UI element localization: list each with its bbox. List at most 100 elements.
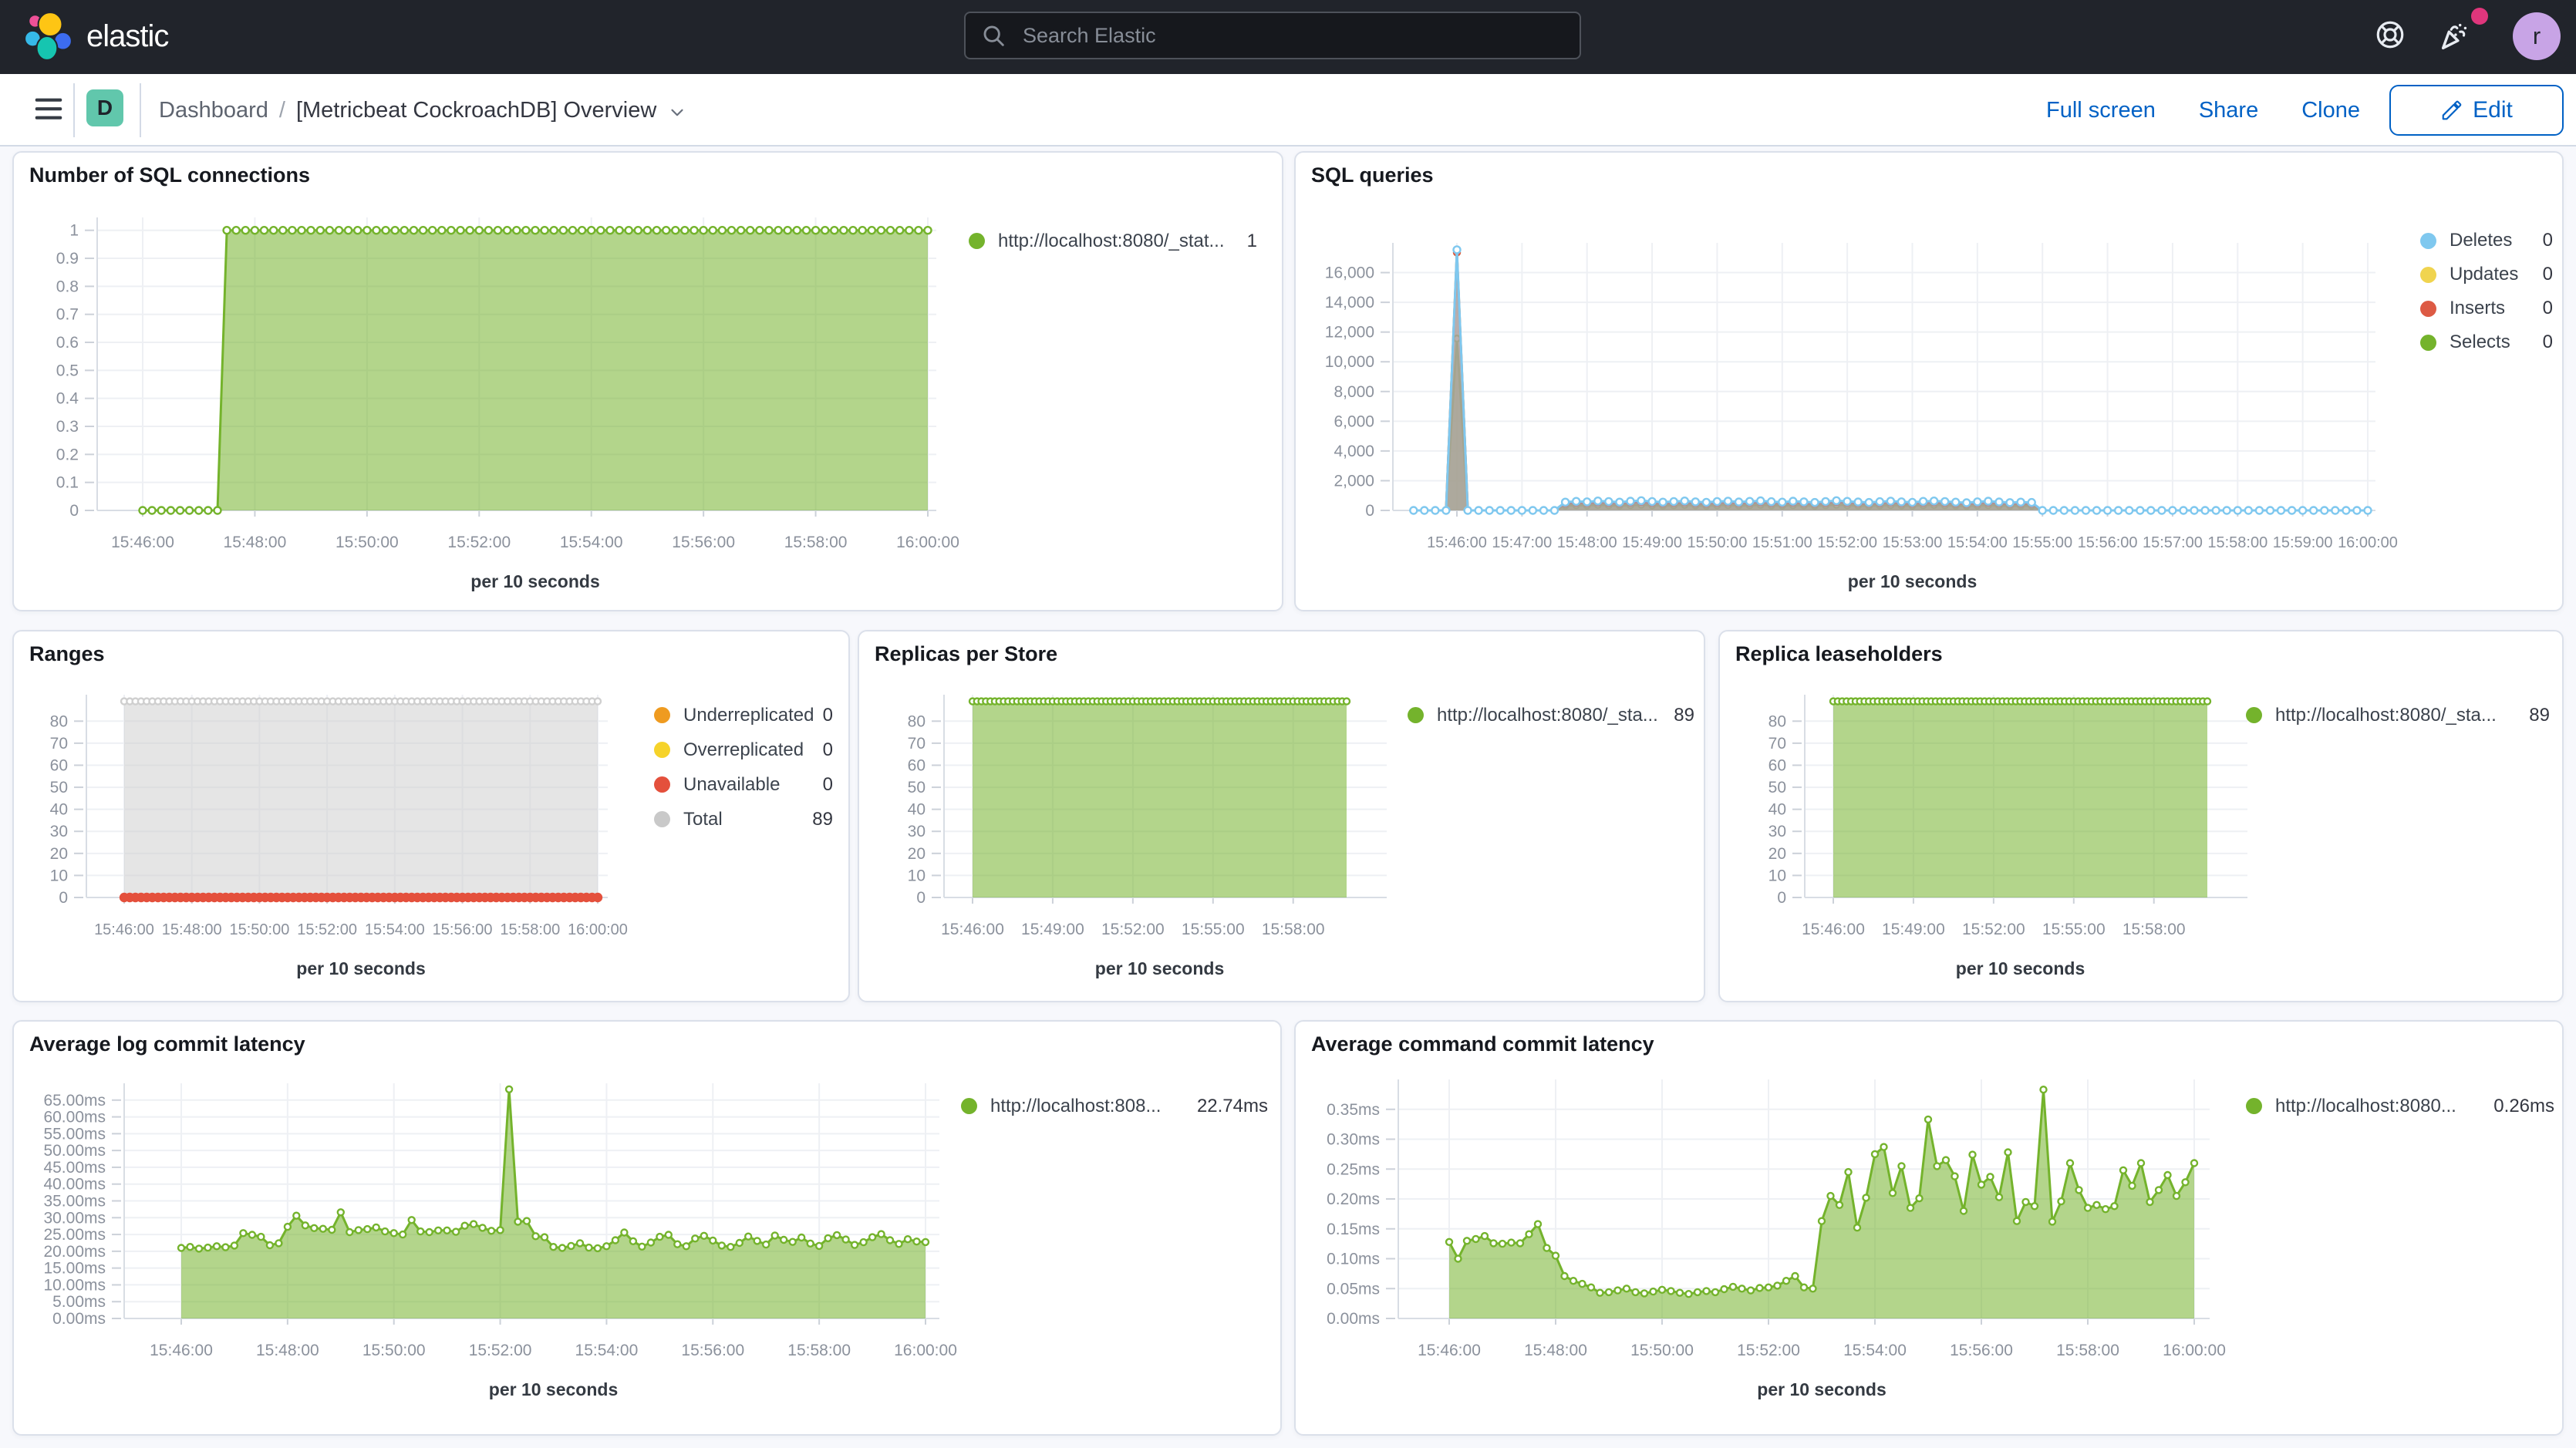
legend-item[interactable]: Total89: [654, 802, 833, 837]
svg-text:15:48:00: 15:48:00: [162, 921, 222, 938]
legend-value: 1: [1247, 231, 1257, 252]
svg-text:per 10 seconds: per 10 seconds: [1956, 958, 2085, 978]
legend-item[interactable]: Updates0: [2420, 258, 2553, 291]
breadcrumb-separator: /: [279, 98, 285, 123]
legend-label: Inserts: [2450, 298, 2505, 319]
news-party-popper-icon[interactable]: [2437, 19, 2473, 54]
pencil-icon: [2440, 99, 2463, 122]
legend-value: 89: [1674, 705, 1694, 726]
hamburger-menu-icon[interactable]: [31, 91, 66, 126]
avatar[interactable]: r: [2513, 12, 2561, 60]
legend-item[interactable]: Inserts 0: [2420, 291, 2553, 325]
svg-text:0.2: 0.2: [56, 446, 79, 463]
svg-text:40: 40: [908, 801, 926, 819]
svg-text:0.20ms: 0.20ms: [1327, 1190, 1380, 1208]
legend-item[interactable]: http://localhost:8080/_stat... 1: [969, 224, 1257, 258]
legend-item[interactable]: http://localhost:8080/_sta...89: [2246, 698, 2550, 732]
svg-text:50: 50: [1768, 779, 1786, 796]
svg-text:0.10ms: 0.10ms: [1327, 1251, 1380, 1268]
chart-replica-leaseholders[interactable]: 15:46:0015:49:0015:52:0015:55:0015:58:00…: [1720, 631, 2565, 1004]
search-input[interactable]: [964, 12, 1581, 59]
legend-swatch: [654, 742, 670, 758]
chart-legend: http://localhost:8080/_sta... 89: [1408, 698, 1694, 732]
page-title[interactable]: [Metricbeat CockroachDB] Overview: [296, 98, 656, 123]
breadcrumb-dashboard-link[interactable]: Dashboard: [159, 98, 268, 123]
search-icon: [981, 23, 1007, 49]
chevron-down-icon[interactable]: [667, 103, 687, 123]
svg-text:15:59:00: 15:59:00: [2273, 534, 2333, 551]
chart-average-log-commit-latency[interactable]: 15:46:0015:48:0015:50:0015:52:0015:54:00…: [14, 1022, 1283, 1437]
svg-text:80: 80: [50, 712, 68, 730]
svg-text:20: 20: [50, 845, 68, 863]
legend-item[interactable]: Unavailable0: [654, 767, 833, 802]
svg-text:0: 0: [1365, 502, 1374, 520]
svg-text:per 10 seconds: per 10 seconds: [1095, 958, 1224, 978]
edit-button[interactable]: Edit: [2389, 85, 2564, 136]
svg-text:15:48:00: 15:48:00: [224, 534, 287, 551]
svg-text:15:50:00: 15:50:00: [1687, 534, 1747, 551]
full-screen-button[interactable]: Full screen: [2046, 98, 2156, 123]
clone-button[interactable]: Clone: [2301, 98, 2360, 123]
chart-number-of-sql-connections[interactable]: 15:46:0015:48:0015:50:0015:52:0015:54:00…: [14, 153, 1285, 613]
svg-text:0.15ms: 0.15ms: [1327, 1221, 1380, 1238]
legend-label: http://localhost:8080/_stat...: [998, 231, 1225, 252]
legend-swatch: [654, 707, 670, 723]
panel-title: Number of SQL connections: [29, 163, 310, 187]
legend-item[interactable]: http://localhost:8080...0.26ms: [2246, 1089, 2554, 1123]
panel-ranges: 15:46:0015:48:0015:50:0015:52:0015:54:00…: [12, 630, 850, 1002]
svg-text:15:46:00: 15:46:00: [1802, 921, 1865, 938]
legend-value: 22.74ms: [1197, 1096, 1268, 1117]
edit-button-label: Edit: [2473, 97, 2513, 123]
legend-item[interactable]: Overreplicated0: [654, 732, 833, 767]
svg-text:15:58:00: 15:58:00: [784, 534, 848, 551]
chart-replicas-per-store[interactable]: 15:46:0015:49:0015:52:0015:55:0015:58:00…: [859, 631, 1707, 1004]
svg-text:15:58:00: 15:58:00: [2123, 921, 2186, 938]
panel-title: SQL queries: [1311, 163, 1434, 187]
svg-text:15:58:00: 15:58:00: [2056, 1342, 2119, 1359]
svg-text:per 10 seconds: per 10 seconds: [1848, 571, 1977, 591]
svg-text:10: 10: [50, 867, 68, 884]
svg-text:15:51:00: 15:51:00: [1752, 534, 1812, 551]
dashboard-app-badge[interactable]: D: [86, 89, 123, 126]
svg-text:15:56:00: 15:56:00: [672, 534, 735, 551]
svg-text:0.6: 0.6: [56, 334, 79, 352]
svg-text:0: 0: [59, 889, 68, 907]
svg-text:15:55:00: 15:55:00: [1182, 921, 1245, 938]
legend-item[interactable]: Deletes0: [2420, 224, 2553, 258]
legend-item[interactable]: Underreplicated0: [654, 698, 833, 732]
svg-text:15:58:00: 15:58:00: [2207, 534, 2267, 551]
legend-swatch: [2246, 707, 2262, 723]
svg-text:70: 70: [50, 735, 68, 753]
svg-text:15:52:00: 15:52:00: [469, 1342, 532, 1359]
share-button[interactable]: Share: [2199, 98, 2258, 123]
svg-text:0.7: 0.7: [56, 306, 79, 324]
svg-text:20.00ms: 20.00ms: [43, 1243, 106, 1261]
svg-text:15:54:00: 15:54:00: [1947, 534, 2008, 551]
svg-text:15:58:00: 15:58:00: [787, 1342, 851, 1359]
svg-text:15:54:00: 15:54:00: [560, 534, 623, 551]
chart-average-command-commit-latency[interactable]: 15:46:0015:48:0015:50:0015:52:0015:54:00…: [1296, 1022, 2565, 1437]
legend-item[interactable]: http://localhost:8080/_sta... 89: [1408, 698, 1694, 732]
svg-text:25.00ms: 25.00ms: [43, 1226, 106, 1244]
svg-text:2,000: 2,000: [1334, 472, 1374, 490]
help-lifebuoy-icon[interactable]: [2374, 19, 2406, 51]
legend-item[interactable]: Selects0: [2420, 325, 2553, 359]
svg-text:per 10 seconds: per 10 seconds: [1757, 1379, 1886, 1399]
legend-value: 0: [823, 739, 833, 761]
svg-text:15:55:00: 15:55:00: [2042, 921, 2106, 938]
panel-number-of-sql-connections: 15:46:0015:48:0015:50:0015:52:0015:54:00…: [12, 151, 1283, 611]
svg-text:20: 20: [908, 845, 926, 863]
legend-label: Selects: [2450, 332, 2510, 353]
elastic-logo[interactable]: elastic: [23, 11, 168, 62]
legend-label: http://localhost:8080/_sta...: [1437, 705, 1658, 726]
svg-text:50.00ms: 50.00ms: [43, 1142, 106, 1160]
chart-legend: http://localhost:8080/_stat... 1: [969, 224, 1257, 258]
svg-text:0.00ms: 0.00ms: [1327, 1310, 1380, 1328]
legend-value: 0: [2543, 298, 2553, 319]
svg-text:0: 0: [1777, 889, 1786, 907]
svg-text:15:49:00: 15:49:00: [1882, 921, 1945, 938]
chart-sql-queries[interactable]: 15:46:0015:47:0015:48:0015:49:0015:50:00…: [1296, 153, 2565, 613]
svg-text:15:46:00: 15:46:00: [150, 1342, 213, 1359]
panel-average-command-commit-latency: 15:46:0015:48:0015:50:0015:52:0015:54:00…: [1294, 1020, 2564, 1436]
legend-item[interactable]: http://localhost:808...22.74ms: [961, 1089, 1268, 1123]
